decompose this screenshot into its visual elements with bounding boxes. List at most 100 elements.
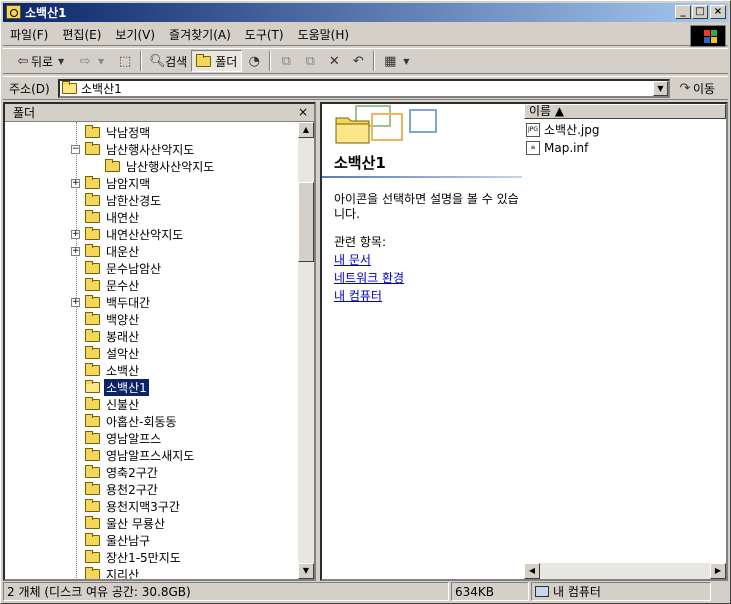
tree-item[interactable]: 용천지맥3구간	[85, 498, 182, 515]
views-button[interactable]: ▦ ▼	[378, 50, 418, 72]
move-to-button[interactable]: ⧉	[274, 50, 298, 72]
search-icon: 🔍︎	[149, 53, 166, 69]
folder-icon	[85, 278, 100, 291]
menu-file[interactable]: 파일(F)	[3, 26, 55, 43]
tree-item-label: 울산 무룡산	[106, 517, 166, 531]
expand-button[interactable]: +	[71, 247, 80, 256]
tree-item[interactable]: 남산행사산악지도	[105, 158, 216, 175]
folder-tree: 낙남정맥 − 남산행사산악지도 남산행사산악지도 + 남암지맥 남한산경도 내연산 + 내연산산악…	[5, 122, 298, 579]
menu-help[interactable]: 도움말(H)	[291, 26, 357, 43]
folder-icon	[85, 550, 100, 563]
title-bar[interactable]: 소백산1 _ □ ×	[3, 3, 728, 22]
menu-favorites[interactable]: 즐겨찾기(A)	[162, 26, 238, 43]
tree-item[interactable]: 신불산	[85, 396, 141, 413]
tree-item[interactable]: 영남알프스	[85, 430, 163, 447]
tree-item[interactable]: 남암지맥	[85, 175, 152, 192]
name-column-header[interactable]: 이름 ▲	[524, 104, 726, 119]
tree-item[interactable]: 소백산1	[85, 378, 150, 397]
collapse-button[interactable]: −	[71, 145, 80, 154]
search-button[interactable]: 🔍︎ 검색	[145, 50, 191, 72]
tree-item[interactable]: 문수남암산	[85, 260, 163, 277]
dropdown-arrow-icon[interactable]: ▼	[93, 57, 109, 66]
menu-view[interactable]: 보기(V)	[108, 26, 162, 43]
go-button[interactable]: ↷ 이동	[677, 80, 716, 97]
tree-item-label: 남암지맥	[106, 177, 151, 191]
content-pane: 소백산1 아이콘을 선택하면 설명을 볼 수 있습니다. 관련 항목: 내 문서…	[320, 102, 728, 581]
delete-icon: ✕	[328, 53, 340, 69]
tree-item[interactable]: 울산남구	[85, 532, 152, 549]
undo-button[interactable]: ↶	[346, 50, 370, 72]
tree-item[interactable]: 아홉산-회동동	[85, 413, 179, 430]
tree-item[interactable]: 남산행사산악지도	[85, 141, 196, 158]
inf-file-icon: ≡	[526, 140, 540, 155]
tree-item[interactable]: 낙남정맥	[85, 124, 152, 141]
tree-item[interactable]: 대운산	[85, 243, 141, 260]
tree-item[interactable]: 영남알프스새지도	[85, 447, 196, 464]
tree-item[interactable]: 소백산	[85, 362, 141, 379]
folder-icon	[85, 227, 100, 240]
tree-item[interactable]: 백양산	[85, 311, 141, 328]
delete-button[interactable]: ✕	[322, 50, 346, 72]
dropdown-arrow-icon[interactable]: ▼	[53, 57, 69, 66]
scroll-left-button[interactable]: ◀	[524, 563, 540, 579]
tree-item[interactable]: 백두대간	[85, 294, 152, 311]
link-network-places[interactable]: 네트워크 환경	[334, 269, 404, 286]
minimize-button[interactable]: _	[675, 5, 691, 19]
tree-item[interactable]: 남한산경도	[85, 192, 163, 209]
scroll-down-button[interactable]: ▼	[298, 563, 314, 579]
tree-item[interactable]: 내연산산악지도	[85, 226, 185, 243]
up-folder-button[interactable]: ⬚	[113, 50, 137, 72]
folder-pane-scrollbar[interactable]: ▲ ▼	[298, 122, 314, 579]
tree-item[interactable]: 설악산	[85, 345, 141, 362]
toolbar-separator	[140, 51, 143, 71]
file-item[interactable]: JPG 소백산.jpg	[526, 121, 600, 138]
tree-item-label: 백양산	[106, 313, 140, 327]
address-input[interactable]: 소백산1 ▼	[58, 79, 670, 98]
menu-edit[interactable]: 편집(E)	[55, 26, 108, 43]
forward-button[interactable]: ⇨ ▼	[73, 50, 113, 72]
tree-item[interactable]: 울산 무룡산	[85, 515, 167, 532]
folders-button[interactable]: 폴더	[191, 50, 243, 72]
tree-item[interactable]: 영축2구간	[85, 464, 160, 481]
explorer-window: 소백산1 _ □ × 파일(F) 편집(E) 보기(V) 즐겨찾기(A) 도구(T) 도움…	[0, 0, 731, 604]
link-my-documents[interactable]: 내 문서	[334, 251, 371, 268]
tree-item[interactable]: 용천2구간	[85, 481, 160, 498]
views-icon: ▦	[384, 53, 397, 69]
back-button[interactable]: ⇦ 뒤로 ▼	[11, 50, 73, 72]
address-dropdown-button[interactable]: ▼	[653, 81, 668, 96]
tree-item[interactable]: 지리산	[85, 566, 141, 579]
file-name: Map.inf	[544, 140, 589, 155]
undo-icon: ↶	[352, 53, 364, 69]
folder-icon	[85, 465, 100, 478]
scroll-thumb[interactable]	[298, 182, 314, 262]
tree-item-label: 대운산	[106, 245, 140, 259]
jpg-file-icon: JPG	[526, 122, 540, 137]
scroll-up-button[interactable]: ▲	[298, 122, 314, 138]
maximize-button[interactable]: □	[692, 5, 708, 19]
file-item[interactable]: ≡ Map.inf	[526, 139, 588, 156]
tree-item-label: 문수남암산	[106, 262, 162, 276]
address-value: 소백산1	[81, 82, 122, 96]
dropdown-arrow-icon[interactable]: ▼	[398, 57, 414, 66]
expand-button[interactable]: +	[71, 230, 80, 239]
file-list-horizontal-scrollbar[interactable]: ◀ ▶	[524, 563, 726, 579]
expand-button[interactable]: +	[71, 179, 80, 188]
tree-item[interactable]: 장산1-5만지도	[85, 549, 183, 566]
history-button[interactable]: ◔	[242, 50, 266, 72]
copy-to-button[interactable]: ⧉	[298, 50, 322, 72]
folder-icon	[85, 193, 100, 206]
folder-pane-close-button[interactable]: ×	[298, 105, 308, 119]
folder-icon	[85, 346, 100, 359]
status-objects: 2 개체 (디스크 여유 공간: 30.8GB)	[3, 582, 449, 601]
expand-button[interactable]: +	[71, 298, 80, 307]
tree-item[interactable]: 봉래산	[85, 328, 141, 345]
link-my-computer[interactable]: 내 컴퓨터	[334, 287, 382, 304]
close-button[interactable]: ×	[710, 5, 726, 19]
scroll-right-button[interactable]: ▶	[710, 563, 726, 579]
menu-tools[interactable]: 도구(T)	[238, 26, 291, 43]
tree-item-label: 영남알프스	[106, 432, 162, 446]
history-icon: ◔	[248, 53, 260, 69]
tree-item[interactable]: 내연산	[85, 209, 141, 226]
tree-item[interactable]: 문수산	[85, 277, 141, 294]
status-size: 634KB	[451, 582, 529, 601]
